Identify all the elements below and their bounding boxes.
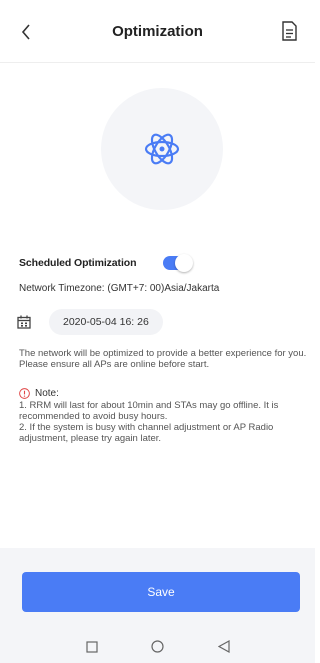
save-button[interactable]: Save xyxy=(22,572,300,612)
note-line-2: 2. If the system is busy with channel ad… xyxy=(19,422,274,444)
home-button[interactable] xyxy=(150,639,166,655)
scheduled-optimization-row: Scheduled Optimization xyxy=(19,252,299,274)
optimization-hero xyxy=(101,88,223,210)
scheduled-optimization-label: Scheduled Optimization xyxy=(19,257,137,269)
schedule-date-row: 2020-05-04 16: 26 xyxy=(15,308,163,336)
calendar-icon xyxy=(15,313,33,331)
toggle-knob xyxy=(175,254,194,272)
square-icon xyxy=(85,640,98,653)
note-header: Note: xyxy=(19,388,59,399)
note-line-1: 1. RRM will last for about 10min and STA… xyxy=(19,400,279,422)
schedule-datetime-picker[interactable]: 2020-05-04 16: 26 xyxy=(49,309,163,335)
atom-icon xyxy=(144,133,180,165)
header-bar: Optimization xyxy=(0,0,315,62)
system-nav-bar xyxy=(0,630,315,663)
warning-icon xyxy=(19,388,30,399)
document-button[interactable] xyxy=(281,21,299,43)
back-button[interactable] xyxy=(16,20,36,44)
optimization-description: The network will be optimized to provide… xyxy=(19,348,307,370)
header-divider xyxy=(0,62,315,63)
triangle-back-icon xyxy=(217,640,230,653)
page-title: Optimization xyxy=(112,22,203,40)
recent-apps-button[interactable] xyxy=(84,639,100,655)
scheduled-optimization-toggle[interactable] xyxy=(163,254,194,272)
network-timezone: Network Timezone: (GMT+7: 00)Asia/Jakart… xyxy=(19,283,220,294)
note-body: 1. RRM will last for about 10min and STA… xyxy=(19,400,311,444)
note-title: Note: xyxy=(35,388,59,399)
circle-icon xyxy=(151,640,164,653)
chevron-left-icon xyxy=(21,24,30,40)
document-icon xyxy=(282,21,297,41)
back-nav-button[interactable] xyxy=(216,639,232,655)
